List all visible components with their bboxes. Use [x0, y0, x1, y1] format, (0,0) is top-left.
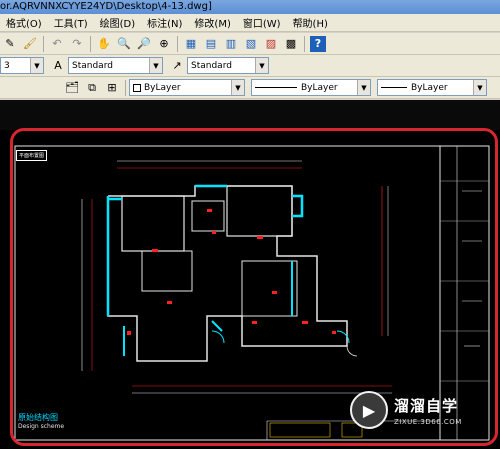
window-title-bar: or.AQRVNNXCYYE24YD\Desktop\4-13.dwg] [0, 0, 500, 14]
markup-icon[interactable]: ▨ [263, 36, 279, 52]
watermark-name: 溜溜自学 [394, 396, 459, 415]
menu-dimension[interactable]: 标注(N) [141, 15, 188, 30]
properties-toolbar: 🗂 ⧉ ⊞ ByLayer ▼ ByLayer ▼ ByLayer ▼ [0, 77, 500, 99]
help-icon[interactable]: ? [310, 35, 326, 52]
zoom-realtime-icon[interactable]: 🔍 [116, 36, 132, 52]
chevron-down-icon[interactable]: ▼ [149, 58, 162, 73]
toolbar-separator [304, 35, 305, 52]
tool-palettes-icon[interactable]: ▥ [223, 36, 239, 52]
dim-style-value: Standard [191, 60, 232, 71]
styles-toolbar: 3 ▼ A Standard ▼ ↗ Standard ▼ [0, 55, 500, 77]
lineweight-sample [381, 87, 407, 88]
chevron-down-icon[interactable]: ▼ [255, 58, 268, 73]
canvas-top-strip [0, 100, 500, 130]
pan-icon[interactable]: ✋ [96, 36, 112, 52]
standard-toolbar: ✎ 🖌 ↶ ↷ ✋ 🔍 🔎 ⊕ ▦ ▤ ▥ ▧ ▨ ▩ ? [0, 33, 500, 55]
color-swatch [133, 83, 141, 92]
toolbar-separator [177, 35, 178, 52]
window-title: or.AQRVNNXCYYE24YD\Desktop\4-13.dwg] [0, 1, 212, 12]
chevron-down-icon[interactable]: ▼ [473, 80, 486, 95]
color-combo[interactable]: ByLayer ▼ [129, 79, 245, 96]
linetype-value: ByLayer [301, 82, 338, 93]
watermark: ▶ 溜溜自学 ZIXUE.3D66.COM [350, 380, 472, 440]
sheet-set-icon[interactable]: ▧ [243, 36, 259, 52]
linetype-sample [255, 87, 297, 88]
pencil-icon[interactable]: ✎ [2, 36, 18, 52]
lineweight-combo[interactable]: ByLayer ▼ [377, 79, 487, 96]
layer-state-icon[interactable]: 🗂 [64, 80, 80, 96]
zoom-previous-icon[interactable]: ⊕ [156, 36, 172, 52]
menu-draw[interactable]: 绘图(D) [94, 15, 142, 30]
layer-combo[interactable]: 3 ▼ [0, 57, 44, 74]
dim-style-icon[interactable]: ↗ [169, 58, 185, 74]
lineweight-value: ByLayer [411, 82, 448, 93]
layer-previous-icon[interactable]: ⧉ [84, 80, 100, 96]
menu-window[interactable]: 窗口(W) [237, 15, 287, 30]
menu-format[interactable]: 格式(O) [0, 15, 48, 30]
color-value: ByLayer [144, 82, 181, 93]
toolbar-separator [90, 35, 91, 52]
undo-icon[interactable]: ↶ [49, 36, 65, 52]
menu-help[interactable]: 帮助(H) [287, 15, 334, 30]
toolbar-separator [43, 35, 44, 52]
chevron-down-icon[interactable]: ▼ [357, 80, 370, 95]
redo-icon[interactable]: ↷ [69, 36, 85, 52]
zoom-window-icon[interactable]: 🔎 [136, 36, 152, 52]
linetype-combo[interactable]: ByLayer ▼ [251, 79, 371, 96]
text-style-combo[interactable]: Standard ▼ [68, 57, 163, 74]
properties-icon[interactable]: ▦ [183, 36, 199, 52]
text-style-icon[interactable]: A [50, 58, 66, 74]
watermark-text: 溜溜自学 ZIXUE.3D66.COM [394, 395, 462, 426]
toolbar-separator [125, 79, 126, 96]
watermark-url: ZIXUE.3D66.COM [394, 417, 462, 426]
play-icon: ▶ [350, 391, 388, 429]
chevron-down-icon[interactable]: ▼ [30, 58, 43, 73]
menu-modify[interactable]: 修改(M) [188, 15, 236, 30]
layer-match-icon[interactable]: ⊞ [104, 80, 120, 96]
dim-style-combo[interactable]: Standard ▼ [187, 57, 269, 74]
chevron-down-icon[interactable]: ▼ [231, 80, 244, 95]
menu-bar: 格式(O) 工具(T) 绘图(D) 标注(N) 修改(M) 窗口(W) 帮助(H… [0, 14, 500, 32]
brush-icon[interactable]: 🖌 [22, 36, 38, 52]
design-center-icon[interactable]: ▤ [203, 36, 219, 52]
text-style-value: Standard [72, 60, 113, 71]
menu-tools[interactable]: 工具(T) [48, 15, 94, 30]
layer-value: 3 [4, 60, 10, 71]
calculator-icon[interactable]: ▩ [283, 36, 299, 52]
